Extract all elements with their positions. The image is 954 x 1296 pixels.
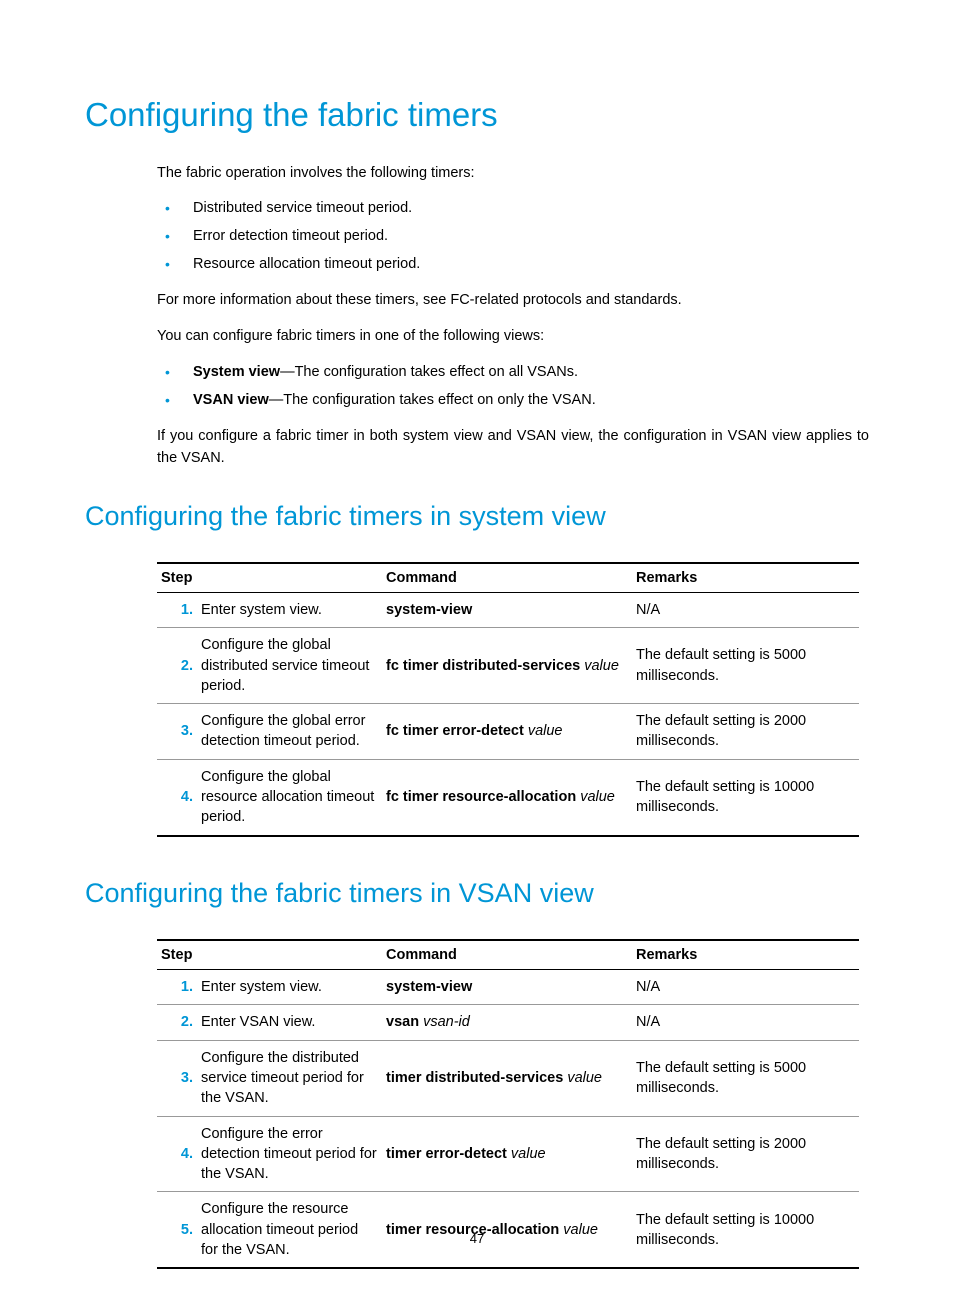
view-name: System view bbox=[193, 364, 280, 380]
more-info-text: For more information about these timers,… bbox=[157, 290, 869, 312]
table-row: 1. Enter system view. system-view N/A bbox=[157, 970, 859, 1005]
step-desc: Enter system view. bbox=[197, 592, 382, 627]
table-header-row: Step Command Remarks bbox=[157, 563, 859, 593]
header-step: Step bbox=[157, 940, 382, 970]
step-desc: Configure the distributed service timeou… bbox=[197, 1040, 382, 1116]
system-view-table: Step Command Remarks 1. Enter system vie… bbox=[157, 562, 859, 837]
both-note-text: If you configure a fabric timer in both … bbox=[157, 426, 869, 470]
table-row: 1. Enter system view. system-view N/A bbox=[157, 592, 859, 627]
intro-text: The fabric operation involves the follow… bbox=[157, 163, 869, 185]
views-intro-text: You can configure fabric timers in one o… bbox=[157, 326, 869, 348]
step-desc: Enter system view. bbox=[197, 970, 382, 1005]
section-heading-system-view: Configuring the fabric timers in system … bbox=[85, 500, 869, 532]
step-number: 2. bbox=[157, 628, 197, 704]
step-number: 4. bbox=[157, 759, 197, 835]
document-page: Configuring the fabric timers The fabric… bbox=[0, 0, 954, 1296]
table-row: 3. Configure the distributed service tim… bbox=[157, 1040, 859, 1116]
header-step: Step bbox=[157, 563, 382, 593]
step-desc: Configure the global resource allocation… bbox=[197, 759, 382, 835]
views-list: System view—The configuration takes effe… bbox=[157, 362, 869, 412]
step-number: 4. bbox=[157, 1116, 197, 1192]
list-item: System view—The configuration takes effe… bbox=[157, 362, 869, 384]
step-command: vsan vsan-id bbox=[382, 1005, 632, 1040]
step-command: timer error-detect value bbox=[382, 1116, 632, 1192]
table-row: 4. Configure the error detection timeout… bbox=[157, 1116, 859, 1192]
step-number: 2. bbox=[157, 1005, 197, 1040]
table-row: 4. Configure the global resource allocat… bbox=[157, 759, 859, 835]
view-desc: —The configuration takes effect on all V… bbox=[280, 364, 578, 380]
step-command: fc timer distributed-services value bbox=[382, 628, 632, 704]
step-number: 1. bbox=[157, 592, 197, 627]
step-number: 3. bbox=[157, 1040, 197, 1116]
section-heading-vsan-view: Configuring the fabric timers in VSAN vi… bbox=[85, 877, 869, 909]
header-remarks: Remarks bbox=[632, 940, 859, 970]
step-command: system-view bbox=[382, 970, 632, 1005]
step-remarks: The default setting is 2000 milliseconds… bbox=[632, 1116, 859, 1192]
list-item: VSAN view—The configuration takes effect… bbox=[157, 390, 869, 412]
table-row: 2. Enter VSAN view. vsan vsan-id N/A bbox=[157, 1005, 859, 1040]
step-remarks: The default setting is 2000 milliseconds… bbox=[632, 704, 859, 760]
header-command: Command bbox=[382, 940, 632, 970]
step-remarks: N/A bbox=[632, 592, 859, 627]
table-row: 3. Configure the global error detection … bbox=[157, 704, 859, 760]
list-item: Distributed service timeout period. bbox=[157, 198, 869, 220]
step-remarks: The default setting is 5000 milliseconds… bbox=[632, 628, 859, 704]
step-remarks: The default setting is 10000 millisecond… bbox=[632, 759, 859, 835]
page-title: Configuring the fabric timers bbox=[85, 95, 869, 135]
list-item: Resource allocation timeout period. bbox=[157, 254, 869, 276]
view-desc: —The configuration takes effect on only … bbox=[269, 392, 596, 408]
step-desc: Configure the global distributed service… bbox=[197, 628, 382, 704]
timers-list: Distributed service timeout period. Erro… bbox=[157, 198, 869, 275]
step-command: timer distributed-services value bbox=[382, 1040, 632, 1116]
step-command: fc timer resource-allocation value bbox=[382, 759, 632, 835]
step-remarks: The default setting is 5000 milliseconds… bbox=[632, 1040, 859, 1116]
list-item: Error detection timeout period. bbox=[157, 226, 869, 248]
page-number: 47 bbox=[0, 1231, 954, 1246]
vsan-view-table: Step Command Remarks 1. Enter system vie… bbox=[157, 939, 859, 1269]
table-header-row: Step Command Remarks bbox=[157, 940, 859, 970]
step-remarks: N/A bbox=[632, 1005, 859, 1040]
step-command: fc timer error-detect value bbox=[382, 704, 632, 760]
step-number: 1. bbox=[157, 970, 197, 1005]
step-desc: Configure the global error detection tim… bbox=[197, 704, 382, 760]
header-command: Command bbox=[382, 563, 632, 593]
step-desc: Configure the error detection timeout pe… bbox=[197, 1116, 382, 1192]
step-command: system-view bbox=[382, 592, 632, 627]
step-number: 3. bbox=[157, 704, 197, 760]
step-remarks: N/A bbox=[632, 970, 859, 1005]
view-name: VSAN view bbox=[193, 392, 269, 408]
header-remarks: Remarks bbox=[632, 563, 859, 593]
step-desc: Enter VSAN view. bbox=[197, 1005, 382, 1040]
table-row: 2. Configure the global distributed serv… bbox=[157, 628, 859, 704]
